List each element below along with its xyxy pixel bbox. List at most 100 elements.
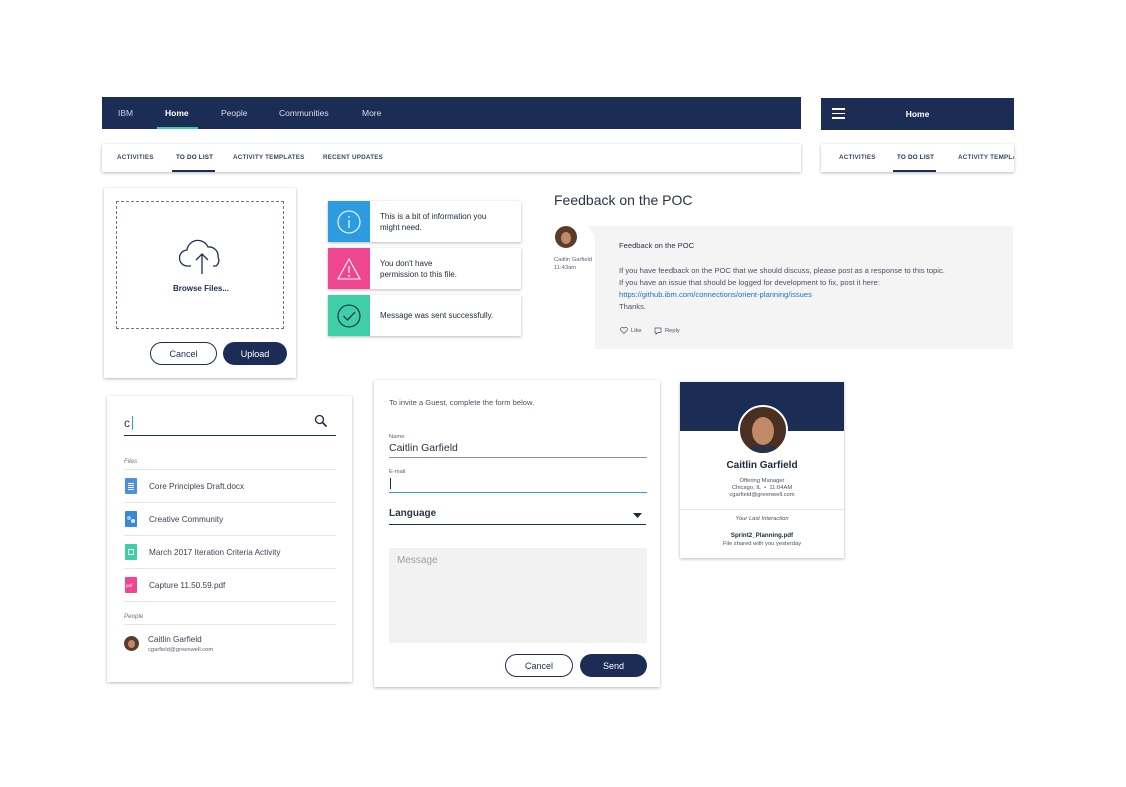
name-field-value: Caitlin Garfield	[389, 442, 458, 454]
chevron-down-icon	[633, 513, 642, 518]
search-input-value: c	[124, 416, 130, 430]
profile-name[interactable]: Caitlin Garfield	[680, 460, 844, 471]
people-divider	[124, 624, 336, 625]
search-input[interactable]: c	[124, 410, 336, 436]
warning-notice-text: You don't have permission to this file.	[380, 258, 457, 279]
email-text-cursor	[390, 478, 391, 489]
post-line-2: If you have an issue that should be logg…	[619, 278, 880, 287]
language-select-label: Language	[389, 508, 437, 519]
nav-item-home[interactable]: Home	[165, 97, 189, 129]
mobile-tab-active-underline	[893, 170, 936, 172]
upload-card: Browse Files... Cancel Upload	[104, 188, 296, 378]
upload-button[interactable]: Upload	[223, 342, 287, 365]
mobile-tab-activity-templates[interactable]: ACTIVITY TEMPLA	[958, 144, 1014, 172]
list-item[interactable]: pdf Capture 11.50.59.pdf	[124, 569, 336, 602]
community-file-icon	[125, 511, 137, 527]
person-avatar[interactable]	[124, 636, 139, 651]
nav-item-ibm[interactable]: IBM	[118, 97, 133, 129]
info-notice: This is a bit of information you might n…	[328, 201, 521, 242]
list-item[interactable]: Core Principles Draft.docx	[124, 470, 336, 503]
success-notice-text: Message was sent successfully.	[380, 311, 494, 320]
tab-active-underline	[172, 170, 215, 172]
pdf-file-icon: pdf	[125, 577, 137, 593]
name-field[interactable]: Caitlin Garfield	[389, 441, 647, 458]
mobile-tab-bar: ACTIVITIES TO DO LIST ACTIVITY TEMPLA	[821, 144, 1014, 172]
post-body-pointer	[587, 226, 595, 236]
mobile-tab-activities[interactable]: ACTIVITIES	[839, 144, 876, 172]
upload-cancel-button[interactable]: Cancel	[150, 342, 217, 365]
main-tab-bar: ACTIVITIES TO DO LIST ACTIVITY TEMPLATES…	[102, 144, 801, 172]
invite-cancel-button[interactable]: Cancel	[505, 654, 573, 677]
profile-title: Offering Manager	[739, 478, 785, 484]
tab-activities[interactable]: ACTIVITIES	[117, 144, 154, 172]
reply-label: Reply	[665, 328, 680, 334]
post-issues-link[interactable]: https://github.ibm.com/connections/orien…	[619, 290, 812, 299]
person-email: cgarfield@greenwell.com	[148, 647, 214, 653]
mobile-nav-bar: Home	[821, 98, 1014, 130]
post-time: 11:43am	[554, 265, 577, 271]
list-item[interactable]: Creative Community	[124, 503, 336, 536]
warning-notice: You don't have permission to this file.	[328, 248, 521, 289]
file-name: Capture 11.50.59.pdf	[149, 580, 226, 590]
success-notice-icon-box	[328, 295, 370, 336]
files-heading: Files	[124, 458, 138, 465]
nav-home-underline	[157, 127, 198, 129]
nav-item-communities[interactable]: Communities	[279, 97, 329, 129]
warning-notice-icon-box	[328, 248, 370, 289]
file-name: March 2017 Iteration Criteria Activity	[149, 547, 281, 557]
people-heading: People	[124, 613, 144, 620]
language-select[interactable]: Language	[389, 507, 646, 525]
email-field[interactable]	[389, 476, 647, 493]
profile-divider	[680, 509, 844, 510]
activity-file-icon	[125, 544, 137, 560]
email-field-label: E-mail	[389, 469, 406, 475]
post-author-name[interactable]: Caitlin Garfield	[554, 257, 592, 263]
info-notice-text: This is a bit of information you might n…	[380, 211, 487, 232]
reply-icon	[654, 327, 662, 335]
mobile-tab-to-do-list[interactable]: TO DO LIST	[897, 144, 934, 172]
checkmark-icon	[337, 303, 361, 328]
name-field-label: Name	[389, 434, 405, 440]
tab-to-do-list[interactable]: TO DO LIST	[176, 144, 213, 172]
profile-email[interactable]: cgarfield@greenwell.com	[680, 492, 844, 498]
list-item[interactable]: March 2017 Iteration Criteria Activity	[124, 536, 336, 569]
like-button[interactable]: Like	[620, 327, 642, 334]
success-notice: Message was sent successfully.	[328, 295, 521, 336]
reply-button[interactable]: Reply	[654, 327, 680, 335]
file-name: Core Principles Draft.docx	[149, 481, 245, 491]
nav-item-more[interactable]: More	[362, 97, 381, 129]
invite-intro: To invite a Guest, complete the form bel…	[389, 398, 535, 407]
mobile-nav-title: Home	[905, 109, 930, 119]
tab-activity-templates[interactable]: ACTIVITY TEMPLATES	[233, 144, 305, 172]
author-avatar[interactable]	[555, 226, 577, 248]
drop-zone[interactable]: Browse Files...	[116, 201, 284, 329]
like-label: Like	[631, 327, 642, 334]
warning-icon	[337, 257, 361, 280]
shared-file-name[interactable]: Sprint2_Planning.pdf	[680, 532, 844, 539]
browse-files-label[interactable]: Browse Files...	[117, 284, 285, 293]
tab-recent-updates[interactable]: RECENT UPDATES	[323, 144, 383, 172]
message-placeholder: Message	[397, 555, 438, 566]
doc-file-icon	[125, 478, 137, 494]
text-cursor	[132, 416, 133, 430]
search-icon[interactable]	[314, 414, 328, 428]
post-line-1: If you have feedback on the POC that we …	[619, 266, 945, 275]
main-nav-bar: IBM Home People Communities More	[102, 97, 801, 129]
info-notice-icon-box	[328, 201, 370, 242]
file-name: Creative Community	[149, 514, 224, 524]
post-body: Feedback on the POC If you have feedback…	[587, 226, 1013, 349]
profile-location-time: Chicago, IL • 11:04AM	[731, 485, 793, 491]
post-title: Feedback on the POC	[619, 241, 695, 250]
post-line-3: Thanks.	[619, 302, 647, 311]
shared-file-note: File shared with you yesterday	[722, 541, 802, 547]
cloud-upload-icon	[179, 239, 220, 274]
last-interaction-label: Your Last Interaction	[735, 516, 789, 522]
info-icon	[337, 209, 361, 234]
message-textarea[interactable]: Message	[389, 548, 647, 643]
send-button[interactable]: Send	[580, 654, 647, 677]
nav-item-people[interactable]: People	[221, 97, 247, 129]
profile-avatar[interactable]	[738, 405, 788, 455]
feedback-heading: Feedback on the POC	[554, 192, 693, 208]
heart-icon	[620, 327, 628, 334]
person-name[interactable]: Caitlin Garfield	[148, 635, 202, 644]
